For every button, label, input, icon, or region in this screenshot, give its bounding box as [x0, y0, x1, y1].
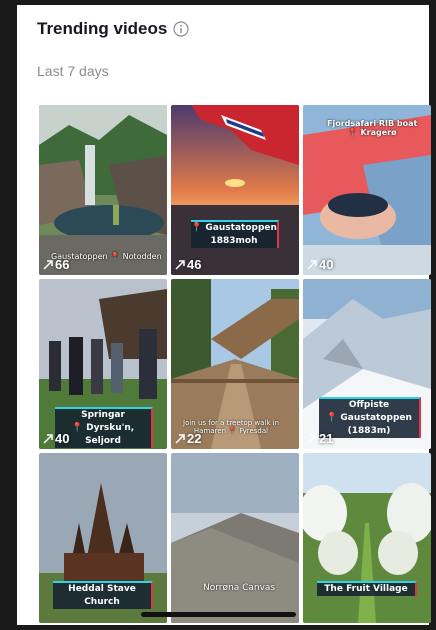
info-icon[interactable] [173, 21, 189, 37]
view-count: 40 [43, 431, 69, 446]
tile-caption: Offpiste 📍 Gaustatoppen (1883m) [319, 397, 421, 438]
tile-overlay-text: Fjordsafari RIB boat 📍 Kragerø [327, 119, 418, 137]
view-count: 66 [43, 257, 69, 272]
panel-header: Trending videos [37, 19, 189, 39]
video-tile[interactable]: Heddal Stave Church [39, 453, 167, 623]
tile-overlay-text: Norrøna Canvas [203, 583, 276, 593]
tile-caption: Springar 📍 Dyrsku'n, Seljord [55, 407, 153, 448]
trend-arrow-icon [43, 259, 53, 270]
trend-arrow-icon [43, 433, 53, 444]
view-count: 22 [175, 431, 201, 446]
view-count: 40 [307, 257, 333, 272]
tile-caption: 📍 Gaustatoppen 1883moh [191, 220, 279, 248]
trend-arrow-icon [307, 433, 317, 444]
panel-title: Trending videos [37, 19, 168, 38]
trend-arrow-icon [307, 259, 317, 270]
video-tile[interactable]: Springar 📍 Dyrsku'n, Seljord 40 [39, 279, 167, 449]
video-tile[interactable]: The Fruit Village [303, 453, 431, 623]
video-tile[interactable]: Offpiste 📍 Gaustatoppen (1883m) 21 [303, 279, 431, 449]
tile-caption: Heddal Stave Church [53, 581, 153, 609]
view-count: 46 [175, 257, 201, 272]
view-count: 21 [307, 431, 333, 446]
video-tile[interactable]: Fjordsafari RIB boat 📍 Kragerø 40 [303, 105, 431, 275]
video-tile[interactable]: Gaustatoppen 📍 Notodden 66 [39, 105, 167, 275]
time-range-label: Last 7 days [37, 63, 109, 79]
video-tile[interactable]: Join us for a treetop walk in Hamaren 📍 … [171, 279, 299, 449]
trend-arrow-icon [175, 433, 185, 444]
home-indicator[interactable] [141, 612, 296, 617]
video-grid: Gaustatoppen 📍 Notodden 66 📍 Gaustatoppe… [39, 105, 431, 623]
trend-arrow-icon [175, 259, 185, 270]
tile-caption: The Fruit Village [317, 581, 417, 596]
video-tile[interactable]: Norrøna Canvas [171, 453, 299, 623]
video-tile[interactable]: 📍 Gaustatoppen 1883moh 46 [171, 105, 299, 275]
